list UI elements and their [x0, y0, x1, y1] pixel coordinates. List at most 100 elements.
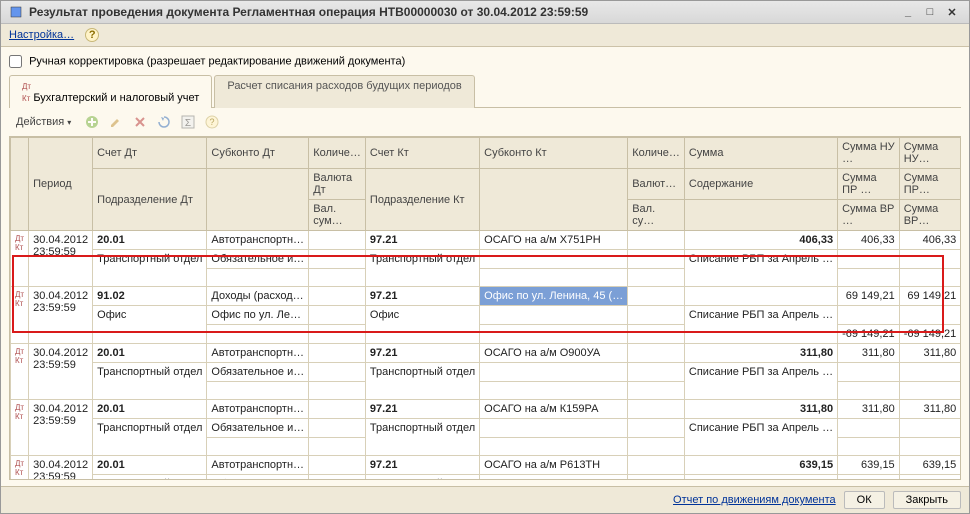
table-row[interactable]: Транспортный отдел Обязательное и… Транс… [11, 475, 962, 481]
table-row[interactable]: ДтКт 30.04.201223:59:59 91.02 Доходы (ра… [11, 287, 962, 306]
cell-summa [684, 287, 837, 306]
edit-icon[interactable] [106, 112, 126, 132]
table-row[interactable]: ДтКт 30.04.201223:59:59 20.01 Автотрансп… [11, 231, 962, 250]
cell-summa: 639,15 [684, 456, 837, 475]
cell-schet-kt: 97.21 [365, 344, 479, 363]
cell-period: 30.04.201223:59:59 [29, 400, 93, 456]
cell-soder: Списание РБП за Апрель … [684, 306, 837, 344]
col-subk-dt[interactable]: Субконто Дт [207, 138, 309, 169]
footer: Отчет по движениям документа ОК Закрыть [1, 486, 969, 513]
add-icon[interactable] [82, 112, 102, 132]
cell-sumvr2 [899, 438, 961, 456]
svg-text:Σ: Σ [185, 118, 191, 129]
col-sumpr2[interactable]: Сумма ПР… [899, 169, 961, 200]
cell-schet-dt: 20.01 [93, 400, 207, 419]
cell-podr-kt: Офис [365, 306, 479, 344]
cell-subk-dt: Автотранспортн… [207, 400, 309, 419]
col-sumvr1[interactable]: Сумма ВР … [838, 200, 900, 231]
accounting-table: Период Счет Дт Субконто Дт Количе… Счет … [10, 137, 961, 480]
cell-period: 30.04.201223:59:59 [29, 231, 93, 287]
minimize-button[interactable]: _ [899, 5, 917, 19]
col-kolich[interactable]: Количе… [309, 138, 366, 169]
col-val-dt[interactable]: Валюта Дт [309, 169, 366, 200]
settings-link[interactable]: Настройка… [9, 29, 74, 41]
cell-schet-kt: 97.21 [365, 231, 479, 250]
col-podr-kt[interactable]: Подразделение Кт [365, 169, 479, 231]
cell-podr-kt: Транспортный отдел [365, 419, 479, 456]
table-wrap[interactable]: Период Счет Дт Субконто Дт Количе… Счет … [9, 136, 961, 480]
cell-subk-kt: ОСАГО на а/м Х751РН [480, 231, 628, 250]
col-sumpr1[interactable]: Сумма ПР … [838, 169, 900, 200]
col-sumnu2[interactable]: Сумма НУ… [899, 138, 961, 169]
window-title: Результат проведения документа Регламент… [29, 5, 895, 19]
cell-podr-kt: Транспортный отдел [365, 363, 479, 400]
svg-text:?: ? [210, 117, 215, 127]
cell-schet-kt: 97.21 [365, 456, 479, 475]
manual-edit-row: Ручная корректировка (разрешает редактир… [9, 53, 961, 74]
col-summa[interactable]: Сумма [684, 138, 837, 169]
close-footer-button[interactable]: Закрыть [893, 491, 961, 509]
col-val-kt[interactable]: Валют… [628, 169, 685, 200]
cell-sumvr2 [899, 382, 961, 400]
maximize-button[interactable]: □ [921, 5, 939, 19]
cell-schet-dt: 91.02 [93, 287, 207, 306]
col-period[interactable]: Период [29, 138, 93, 231]
cell-subk-kt: ОСАГО на а/м Р613ТН [480, 456, 628, 475]
col-sumvr2[interactable]: Сумма ВР… [899, 200, 961, 231]
cell-subk-dt2: Обязательное и… [207, 363, 309, 382]
col-valsu[interactable]: Вал. су… [628, 200, 685, 231]
cell-sumnu2: 639,15 [899, 456, 961, 475]
cell-podr-kt: Транспортный отдел [365, 475, 479, 481]
dtkt-icon: ДтКт [11, 231, 29, 287]
dtkt-icon: ДтКт [11, 287, 29, 344]
cell-subk-dt: Автотранспортн… [207, 231, 309, 250]
help-toolbar-icon[interactable]: ? [202, 112, 222, 132]
cell-schet-kt: 97.21 [365, 400, 479, 419]
cell-schet-dt: 20.01 [93, 456, 207, 475]
dtkt-icon: ДтКт [11, 456, 29, 481]
cell-sumvr2: -69 149,21 [899, 325, 961, 344]
close-button[interactable]: ✕ [943, 5, 961, 19]
col-schet-kt[interactable]: Счет Кт [365, 138, 479, 169]
cell-sumvr1 [838, 438, 900, 456]
table-row[interactable]: ДтКт 30.04.201223:59:59 20.01 Автотрансп… [11, 400, 962, 419]
col-soder[interactable]: Содержание [684, 169, 837, 200]
cell-soder: Списание РБП за Апрель … [684, 475, 837, 481]
ok-button[interactable]: ОК [844, 491, 885, 509]
cell-sumnu2: 311,80 [899, 400, 961, 419]
col-subk-kt[interactable]: Субконто Кт [480, 138, 628, 169]
cell-period: 30.04.201223:59:59 [29, 287, 93, 344]
cell-sumvr1: -69 149,21 [838, 325, 900, 344]
delete-icon[interactable] [130, 112, 150, 132]
cell-subk-dt: Автотранспортн… [207, 456, 309, 475]
sum-icon[interactable]: Σ [178, 112, 198, 132]
dtkt-icon: ДтКт [11, 344, 29, 400]
cell-sumvr2 [899, 269, 961, 287]
cell-sumnu2: 69 149,21 [899, 287, 961, 306]
cell-sumnu1: 639,15 [838, 456, 900, 475]
cell-soder: Списание РБП за Апрель … [684, 250, 837, 287]
actions-button[interactable]: Действия [9, 113, 78, 131]
table-row[interactable]: ДтКт 30.04.201223:59:59 20.01 Автотрансп… [11, 456, 962, 475]
cell-schet-dt: 20.01 [93, 231, 207, 250]
col-kolich2[interactable]: Количе… [628, 138, 685, 169]
tab-accounting[interactable]: ДтКтБухгалтерский и налоговый учет [9, 75, 212, 108]
col-valsum[interactable]: Вал. сум… [309, 200, 366, 231]
help-icon[interactable]: ? [85, 28, 99, 42]
cell-sumnu2: 406,33 [899, 231, 961, 250]
table-row[interactable]: ДтКт 30.04.201223:59:59 20.01 Автотрансп… [11, 344, 962, 363]
col-schet-dt[interactable]: Счет Дт [93, 138, 207, 169]
table-row[interactable]: Транспортный отдел Обязательное и… Транс… [11, 419, 962, 438]
manual-edit-checkbox[interactable] [9, 55, 22, 68]
table-row[interactable]: Транспортный отдел Обязательное и… Транс… [11, 363, 962, 382]
table-row[interactable]: Офис Офис по ул. Ле… Офис Списание РБП з… [11, 306, 962, 325]
col-podr-dt[interactable]: Подразделение Дт [93, 169, 207, 231]
refresh-icon[interactable] [154, 112, 174, 132]
report-link[interactable]: Отчет по движениям документа [673, 494, 836, 506]
cell-podr-kt: Транспортный отдел [365, 250, 479, 287]
table-row[interactable]: Транспортный отдел Обязательное и… Транс… [11, 250, 962, 269]
col-sumnu1[interactable]: Сумма НУ … [838, 138, 900, 169]
cell-sumvr1 [838, 269, 900, 287]
toolbar: Действия Σ ? [9, 108, 961, 136]
tab-expenses[interactable]: Расчет списания расходов будущих периодо… [214, 75, 474, 108]
